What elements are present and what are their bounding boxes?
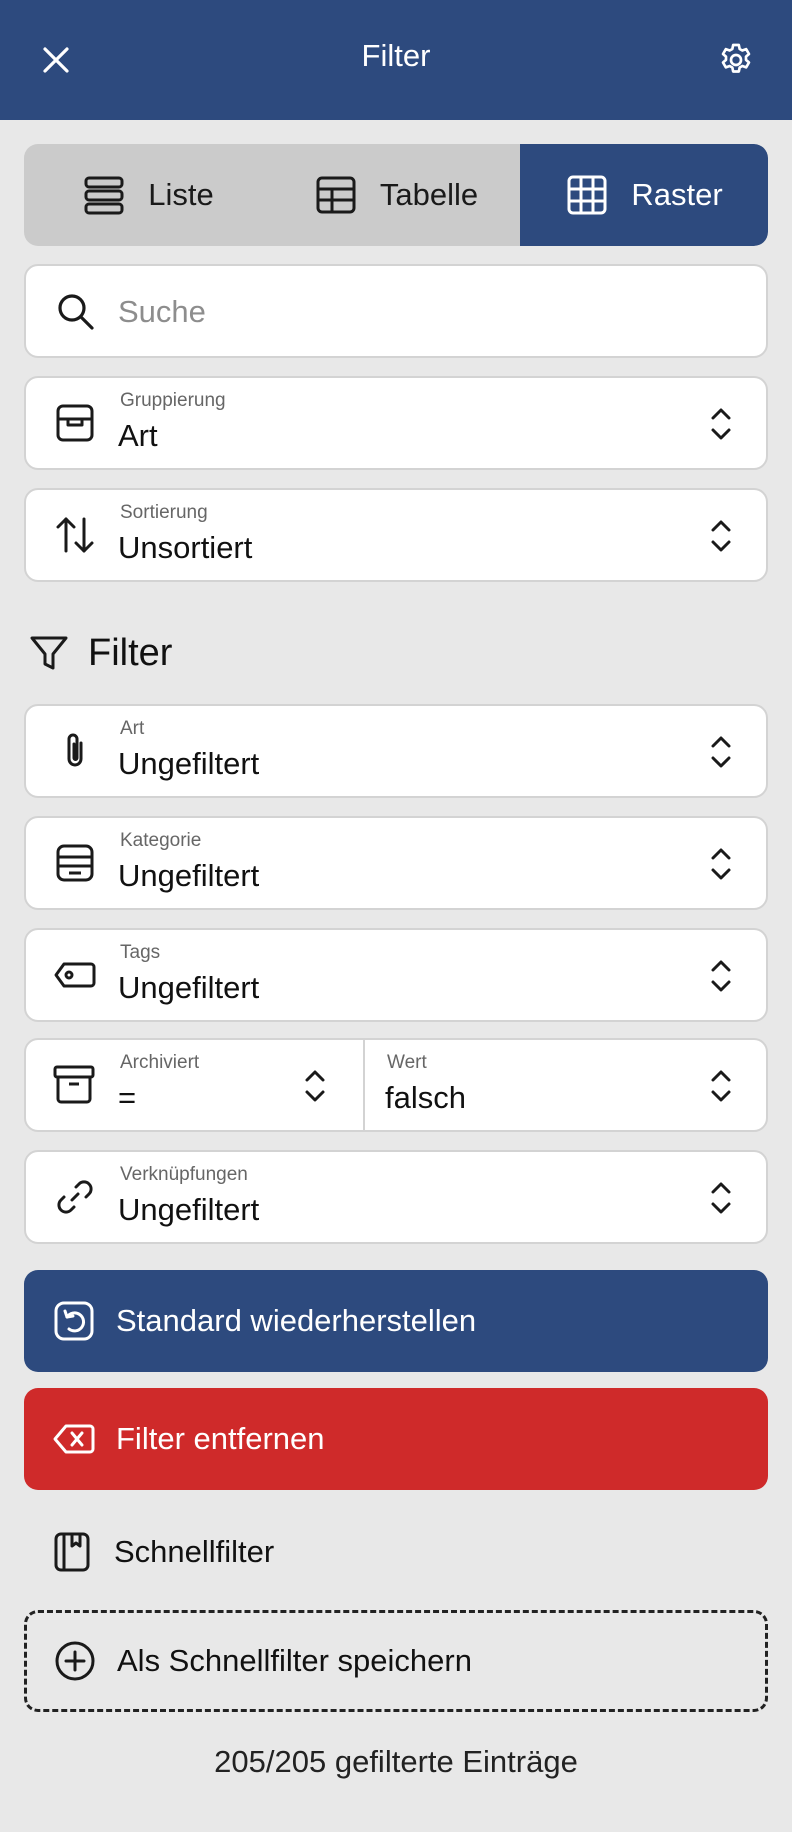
view-mode-table[interactable]: Tabelle (272, 144, 520, 246)
view-mode-segmented-control: Liste Tabelle Raster (24, 144, 768, 246)
filter-tags-value: Ungefiltert (118, 970, 260, 1005)
search-icon-wrap (52, 288, 98, 334)
chevron-up-down-icon (711, 736, 731, 768)
grouping-value: Art (118, 418, 158, 453)
grid-icon (567, 175, 607, 215)
filter-category-icon-wrap (52, 840, 98, 886)
chevron-up-down-icon (711, 520, 731, 552)
filtered-count-status: 205/205 gefilterte Einträge (214, 1744, 578, 1779)
sorting-label: Sortierung (120, 502, 208, 523)
header-bar: Filter (0, 0, 792, 120)
filter-value-select[interactable]: Wert falsch (365, 1040, 766, 1130)
gear-icon (721, 43, 751, 73)
filter-art-value: Ungefiltert (118, 746, 260, 781)
sorting-value: Unsortiert (118, 530, 253, 565)
filter-category-value: Ungefiltert (118, 858, 260, 893)
filter-art-label: Art (120, 718, 145, 739)
backspace-x-icon (53, 1424, 95, 1454)
search-field[interactable]: Suche (24, 264, 768, 358)
chevron-up-down-icon (711, 848, 731, 880)
filter-section-title: Filter (28, 628, 172, 678)
plus-circle-icon (55, 1641, 95, 1681)
filter-archived-operator-select[interactable]: Archiviert = (26, 1040, 363, 1130)
filter-section-label: Filter (88, 631, 173, 674)
chevron-up-down-icon (711, 1182, 731, 1214)
table-icon (316, 176, 356, 214)
link-icon (57, 1180, 93, 1214)
filter-value-value: falsch (385, 1080, 466, 1115)
tag-icon (54, 962, 96, 988)
list-icon (84, 176, 124, 215)
filter-archived-value: = (118, 1080, 137, 1115)
tray-stack-icon (56, 844, 94, 882)
filter-tags-icon-wrap (52, 952, 98, 998)
filter-links-icon-wrap (52, 1174, 98, 1220)
archive-box-icon (56, 404, 94, 442)
filter-value-label: Wert (387, 1052, 427, 1073)
filter-archived-icon-wrap (52, 1062, 98, 1108)
view-mode-grid-label: Raster (631, 177, 723, 212)
grouping-icon-wrap (52, 400, 98, 446)
grouping-label: Gruppierung (120, 390, 226, 411)
restore-icon (54, 1301, 94, 1341)
quickfilter-heading: Schnellfilter (50, 1528, 274, 1576)
page-title: Filter (361, 38, 431, 73)
view-mode-grid[interactable]: Raster (520, 144, 768, 246)
grouping-select[interactable]: Gruppierung Art (24, 376, 768, 470)
sort-arrows-icon (56, 517, 94, 553)
filter-category-label: Kategorie (120, 830, 202, 851)
view-mode-list-label: Liste (148, 177, 214, 212)
sorting-select[interactable]: Sortierung Unsortiert (24, 488, 768, 582)
remove-filter-button[interactable]: Filter entfernen (24, 1388, 768, 1490)
filter-tags-label: Tags (120, 942, 161, 963)
chevron-up-down-icon (305, 1070, 325, 1102)
filter-links-label: Verknüpfungen (120, 1164, 248, 1185)
remove-filter-label: Filter entfernen (116, 1421, 325, 1456)
chevron-up-down-icon (711, 1070, 731, 1102)
filter-links-select[interactable]: Verknüpfungen Ungefiltert (24, 1150, 768, 1244)
chevron-up-down-icon (711, 408, 731, 440)
bookmark-book-icon (54, 1532, 90, 1572)
quickfilter-title: Schnellfilter (114, 1534, 275, 1569)
funnel-icon (30, 636, 68, 670)
chevron-up-down-icon (711, 960, 731, 992)
filter-archived-label: Archiviert (120, 1052, 200, 1073)
view-mode-table-label: Tabelle (379, 177, 479, 212)
filter-archived-row: Archiviert = Wert falsch (24, 1038, 768, 1132)
filter-category-select[interactable]: Kategorie Ungefiltert (24, 816, 768, 910)
paperclip-icon (67, 733, 83, 767)
filter-art-icon-wrap (52, 728, 98, 774)
save-quickfilter-label: Als Schnellfilter speichern (117, 1643, 472, 1678)
restore-defaults-label: Standard wiederherstellen (116, 1303, 477, 1338)
archive-icon (53, 1065, 95, 1104)
settings-button[interactable] (710, 34, 762, 86)
view-mode-list[interactable]: Liste (24, 144, 272, 246)
restore-defaults-button[interactable]: Standard wiederherstellen (24, 1270, 768, 1372)
search-placeholder: Suche (118, 294, 206, 329)
search-icon (58, 294, 94, 330)
filter-links-value: Ungefiltert (118, 1192, 260, 1227)
sorting-icon-wrap (52, 512, 98, 558)
filter-tags-select[interactable]: Tags Ungefiltert (24, 928, 768, 1022)
save-quickfilter-button[interactable]: Als Schnellfilter speichern (24, 1610, 768, 1712)
filter-art-select[interactable]: Art Ungefiltert (24, 704, 768, 798)
